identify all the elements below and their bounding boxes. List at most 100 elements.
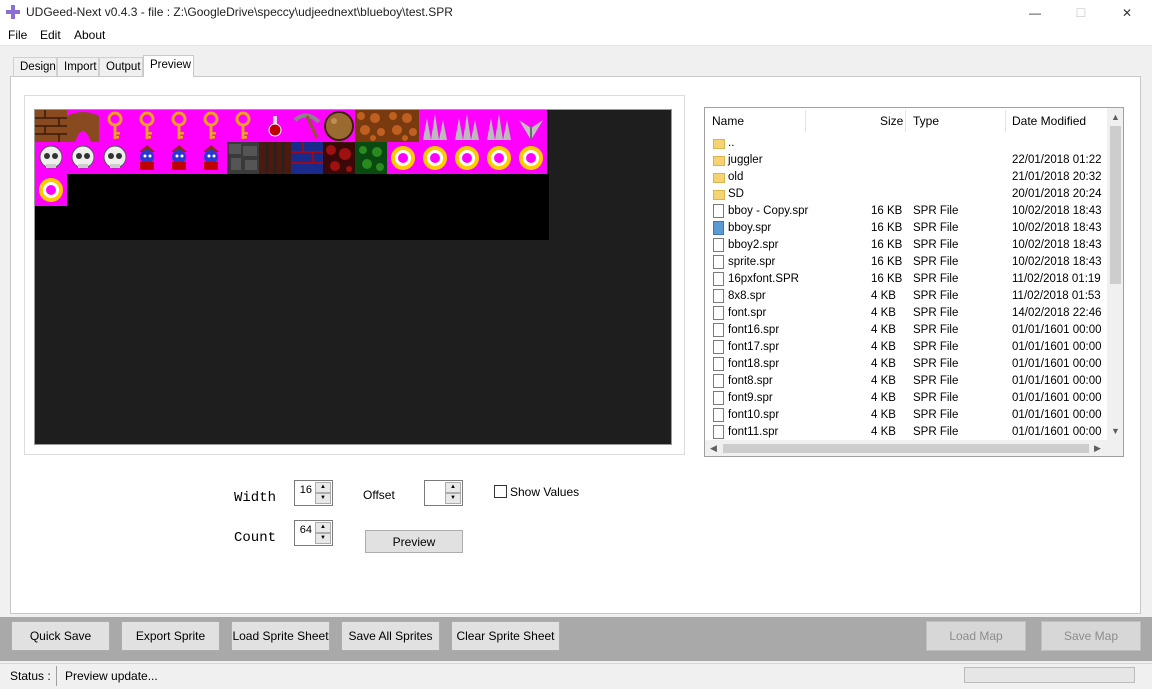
- spin-up-icon[interactable]: ▲: [315, 482, 331, 493]
- scroll-up-icon[interactable]: ▲: [1111, 112, 1120, 122]
- width-stepper[interactable]: 16 ▲ ▼: [294, 480, 333, 506]
- file-date: 10/02/2018 18:43: [1012, 256, 1102, 268]
- count-stepper[interactable]: 64 ▲ ▼: [294, 520, 333, 546]
- sprite-tile-key: [227, 110, 259, 142]
- file-row[interactable]: font10.spr 4 KB SPR File 01/01/1601 00:00: [705, 407, 1107, 424]
- sprite-tile-key: [131, 110, 163, 142]
- file-icon: [713, 425, 724, 439]
- file-name: font9.spr: [728, 392, 773, 404]
- horizontal-scroll-thumb[interactable]: [723, 444, 1089, 453]
- column-divider[interactable]: [805, 110, 806, 132]
- file-row[interactable]: SD 20/01/2018 20:24: [705, 186, 1107, 203]
- save-map-button[interactable]: Save Map: [1041, 621, 1141, 651]
- tab-preview[interactable]: Preview: [143, 55, 194, 77]
- sprite-tile-rocks: [355, 110, 387, 142]
- file-size: 16 KB: [871, 273, 903, 285]
- file-row[interactable]: font16.spr 4 KB SPR File 01/01/1601 00:00: [705, 322, 1107, 339]
- load-sprite-sheet-button[interactable]: Load Sprite Sheet: [231, 621, 330, 651]
- menu-file[interactable]: File: [8, 28, 27, 42]
- file-date: 22/01/2018 01:22: [1012, 154, 1102, 166]
- file-icon: [713, 357, 724, 371]
- menu-edit[interactable]: Edit: [40, 28, 61, 42]
- file-row[interactable]: font8.spr 4 KB SPR File 01/01/1601 00:00: [705, 373, 1107, 390]
- app-icon: [6, 5, 20, 19]
- file-row[interactable]: juggler 22/01/2018 01:22: [705, 152, 1107, 169]
- close-button[interactable]: ✕: [1104, 0, 1150, 26]
- spin-down-icon[interactable]: ▼: [315, 533, 331, 544]
- preview-button[interactable]: Preview: [365, 530, 463, 553]
- export-sprite-button[interactable]: Export Sprite: [121, 621, 220, 651]
- sprite-tile-spikes: [483, 110, 515, 142]
- save-all-sprites-button[interactable]: Save All Sprites: [341, 621, 440, 651]
- file-date: 01/01/1601 00:00: [1012, 392, 1102, 404]
- file-row[interactable]: bboy.spr 16 KB SPR File 10/02/2018 18:43: [705, 220, 1107, 237]
- vertical-scroll-thumb[interactable]: [1110, 126, 1121, 284]
- sprite-tile-spikes: [419, 110, 451, 142]
- sprite-tile-ring: [419, 142, 451, 174]
- file-row[interactable]: font11.spr 4 KB SPR File 01/01/1601 00:00: [705, 424, 1107, 441]
- file-row[interactable]: bboy - Copy.spr 16 KB SPR File 10/02/2018 1…: [705, 203, 1107, 220]
- file-row[interactable]: font.spr 4 KB SPR File 14/02/2018 22:46: [705, 305, 1107, 322]
- column-type[interactable]: Type: [913, 114, 939, 132]
- show-values-checkbox[interactable]: [494, 485, 507, 498]
- sprite-tile-boy: [131, 142, 163, 174]
- spin-down-icon[interactable]: ▼: [315, 493, 331, 504]
- spin-down-icon[interactable]: ▼: [445, 493, 461, 504]
- offset-stepper[interactable]: ▲ ▼: [424, 480, 463, 506]
- file-date: 01/01/1601 00:00: [1012, 341, 1102, 353]
- sprite-tile-ring: [483, 142, 515, 174]
- clear-sprite-sheet-button[interactable]: Clear Sprite Sheet: [451, 621, 560, 651]
- scroll-right-icon[interactable]: ▶: [1094, 443, 1101, 454]
- scroll-down-icon[interactable]: ▼: [1111, 426, 1120, 436]
- file-row[interactable]: bboy2.spr 16 KB SPR File 10/02/2018 18:43: [705, 237, 1107, 254]
- column-divider[interactable]: [905, 110, 906, 132]
- maximize-button[interactable]: ☐: [1058, 0, 1104, 26]
- sprite-tile-ring: [451, 142, 483, 174]
- file-name: font18.spr: [728, 358, 780, 370]
- file-size: 4 KB: [871, 290, 896, 302]
- file-row[interactable]: sprite.spr 16 KB SPR File 10/02/2018 18:43: [705, 254, 1107, 271]
- file-icon: [713, 323, 724, 337]
- column-divider[interactable]: [1005, 110, 1006, 132]
- folder-icon: [713, 139, 725, 149]
- tab-design[interactable]: Design: [13, 57, 57, 77]
- file-row[interactable]: font9.spr 4 KB SPR File 01/01/1601 00:00: [705, 390, 1107, 407]
- file-type: SPR File: [913, 205, 959, 217]
- spin-up-icon[interactable]: ▲: [445, 482, 461, 493]
- menu-about[interactable]: About: [74, 28, 105, 42]
- load-map-button[interactable]: Load Map: [926, 621, 1026, 651]
- folder-icon: [713, 173, 725, 183]
- file-date: 01/01/1601 00:00: [1012, 375, 1102, 387]
- file-name: 16pxfont.SPR: [728, 273, 799, 285]
- quick-save-button[interactable]: Quick Save: [11, 621, 110, 651]
- file-name: bboy2.spr: [728, 239, 779, 251]
- title-bar: UDGeed-Next v0.4.3 - file : Z:\GoogleDri…: [0, 0, 1152, 26]
- tab-import[interactable]: Import: [57, 57, 99, 77]
- file-row[interactable]: 16pxfont.SPR 16 KB SPR File 11/02/2018 01:1…: [705, 271, 1107, 288]
- scroll-left-icon[interactable]: ◀: [710, 443, 717, 454]
- preview-canvas[interactable]: [34, 109, 672, 445]
- file-type: SPR File: [913, 409, 959, 421]
- file-row[interactable]: old 21/01/2018 20:32: [705, 169, 1107, 186]
- file-row[interactable]: font18.spr 4 KB SPR File 01/01/1601 00:00: [705, 356, 1107, 373]
- column-date-modified[interactable]: Date Modified: [1012, 114, 1086, 132]
- column-size[interactable]: Size: [880, 114, 903, 132]
- sprite-tile-stone: [227, 142, 259, 174]
- column-name[interactable]: Name: [712, 114, 744, 132]
- file-row[interactable]: 8x8.spr 4 KB SPR File 11/02/2018 01:53: [705, 288, 1107, 305]
- file-icon: [713, 204, 724, 218]
- file-type: SPR File: [913, 341, 959, 353]
- width-value: 16: [299, 484, 312, 496]
- file-icon: [713, 391, 724, 405]
- file-date: 11/02/2018 01:19: [1012, 273, 1101, 285]
- file-name: font.spr: [728, 307, 767, 319]
- spin-up-icon[interactable]: ▲: [315, 522, 331, 533]
- file-name: bboy - Copy.spr: [728, 205, 809, 217]
- file-row[interactable]: ..: [705, 135, 1107, 152]
- tab-output[interactable]: Output: [99, 57, 143, 77]
- minimize-button[interactable]: —: [1012, 0, 1058, 26]
- file-browser[interactable]: Name Size Type Date Modified .. juggler 22…: [704, 107, 1124, 457]
- file-type: SPR File: [913, 426, 959, 438]
- show-values-label[interactable]: Show Values: [510, 485, 579, 499]
- file-row[interactable]: font17.spr 4 KB SPR File 01/01/1601 00:00: [705, 339, 1107, 356]
